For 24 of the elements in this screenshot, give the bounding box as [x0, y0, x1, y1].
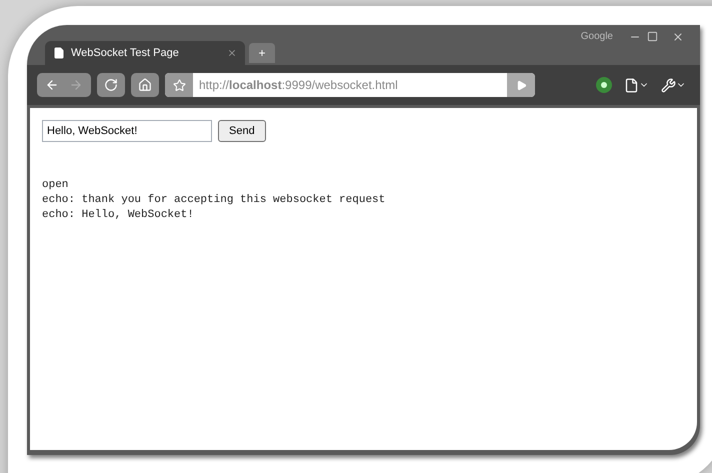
reload-icon [104, 78, 118, 92]
home-icon [138, 78, 152, 92]
log-line: open [42, 178, 70, 193]
close-tab-icon[interactable] [227, 48, 237, 58]
page-menu-icon[interactable] [624, 78, 649, 92]
go-icon[interactable] [516, 80, 526, 90]
back-icon[interactable] [45, 78, 59, 92]
reload-button[interactable] [97, 73, 125, 97]
log-line: echo: Hello, WebSocket! [42, 208, 195, 223]
new-tab-button[interactable]: + [249, 43, 275, 63]
url-text: http://localhost:9999/websocket.html [198, 77, 399, 94]
log-line: echo: thank you for accepting this websocket request [42, 193, 386, 208]
brand-label: Google [580, 30, 613, 44]
close-icon[interactable] [672, 30, 684, 42]
extension-icon[interactable] [596, 77, 612, 93]
home-button[interactable] [131, 73, 159, 97]
wrench-menu-icon[interactable] [661, 78, 686, 92]
page-icon [53, 47, 65, 59]
send-button[interactable]: Send [218, 120, 266, 142]
browser-tab[interactable]: WebSocket Test Page [45, 41, 245, 65]
address-bar[interactable]: http://localhost:9999/websocket.html [165, 73, 535, 97]
bookmark-star-icon[interactable] [172, 78, 186, 92]
message-field[interactable]: Hello, WebSocket! [42, 120, 212, 142]
maximize-icon[interactable] [647, 31, 658, 42]
